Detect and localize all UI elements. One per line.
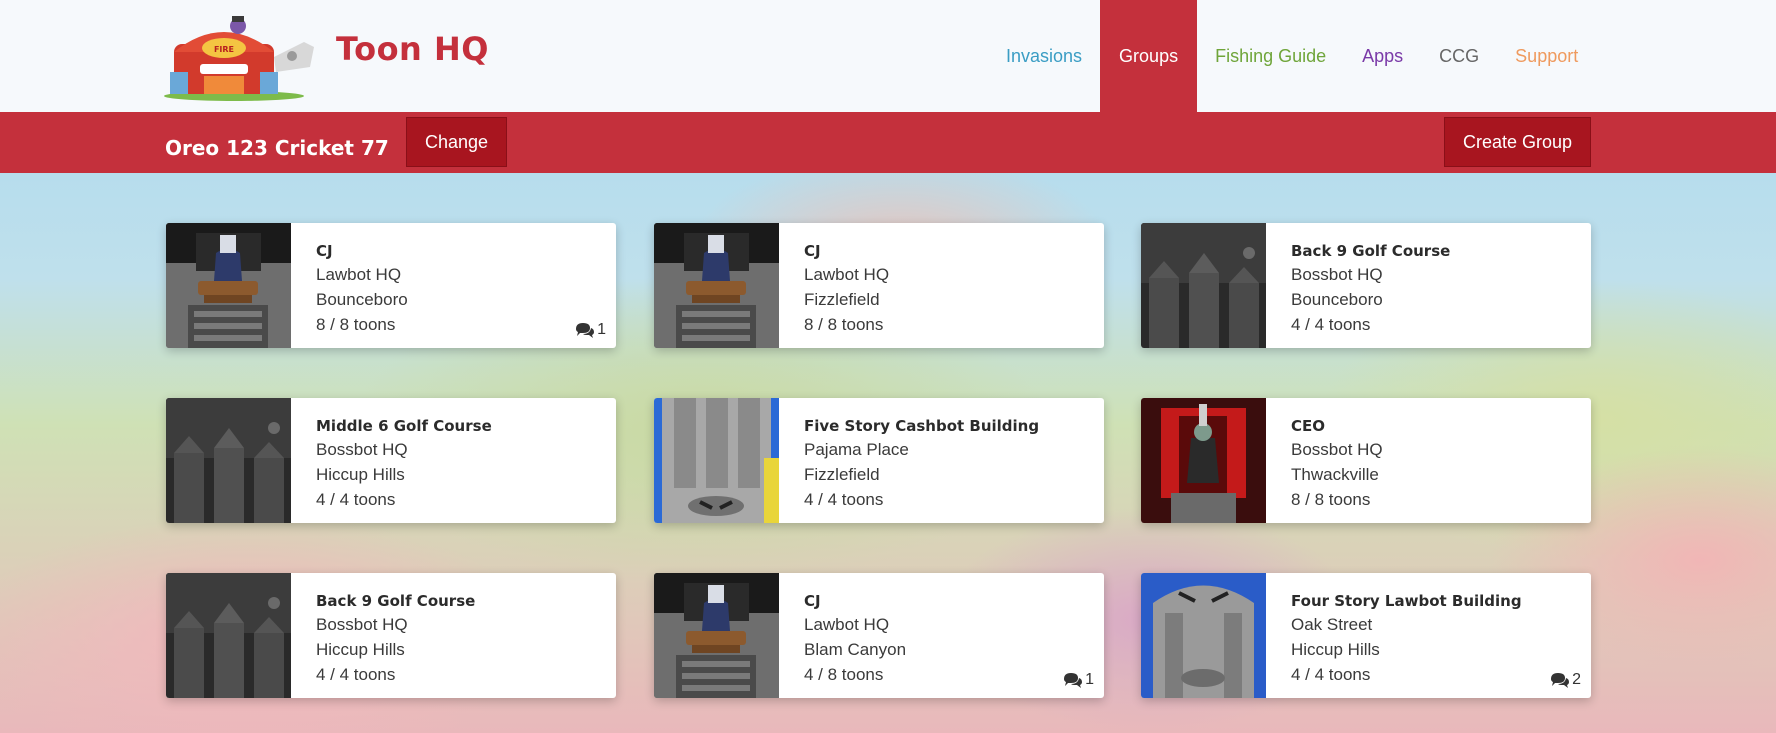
brand-title[interactable]: Toon HQ	[336, 30, 489, 68]
comments-icon	[1551, 673, 1570, 688]
group-thumbnail-image	[166, 223, 291, 348]
group-thumbnail-image	[654, 573, 779, 698]
current-toon-name: Oreo 123 Cricket 77	[165, 136, 389, 160]
group-card[interactable]: Middle 6 Golf Course Bossbot HQ Hiccup H…	[166, 398, 616, 523]
group-hq: Bossbot HQ	[1291, 440, 1383, 459]
comments-icon	[1064, 673, 1083, 688]
comment-count: 1	[575, 321, 606, 339]
group-title: CJ	[804, 242, 821, 260]
group-thumbnail-image	[166, 398, 291, 523]
group-toon-count: 4 / 4 toons	[1291, 665, 1371, 684]
group-title: CEO	[1291, 417, 1326, 435]
nav-support[interactable]: Support	[1497, 0, 1596, 112]
group-card[interactable]: Five Story Cashbot Building Pajama Place…	[654, 398, 1104, 523]
nav-invasions[interactable]: Invasions	[988, 0, 1100, 112]
group-district: Bounceboro	[316, 290, 408, 309]
group-toon-count: 8 / 8 toons	[804, 315, 884, 334]
group-thumbnail-image	[166, 573, 291, 698]
group-district: Hiccup Hills	[316, 465, 405, 484]
group-hq: Lawbot HQ	[804, 615, 890, 634]
svg-text:FIRE: FIRE	[214, 45, 234, 54]
comment-count: 1	[1063, 671, 1094, 689]
group-thumbnail-image	[654, 223, 779, 348]
group-district: Hiccup Hills	[316, 640, 405, 659]
group-toon-count: 4 / 4 toons	[316, 490, 396, 509]
group-card[interactable]: Four Story Lawbot Building Oak Street Hi…	[1141, 573, 1591, 698]
group-title: CJ	[316, 242, 333, 260]
comments-icon	[576, 323, 595, 338]
nav-apps[interactable]: Apps	[1344, 0, 1421, 112]
change-toon-button[interactable]: Change	[406, 117, 507, 167]
group-card[interactable]: CEO Bossbot HQ Thwackville 8 / 8 toons	[1141, 398, 1591, 523]
group-district: Fizzlefield	[804, 290, 880, 309]
group-hq: Lawbot HQ	[316, 265, 402, 284]
group-district: Blam Canyon	[804, 640, 907, 659]
group-district: Fizzlefield	[804, 465, 880, 484]
group-thumbnail-image	[1141, 573, 1266, 698]
nav-fishing-guide[interactable]: Fishing Guide	[1197, 0, 1344, 112]
group-title: Five Story Cashbot Building	[804, 417, 1040, 435]
create-group-button[interactable]: Create Group	[1444, 117, 1591, 167]
group-card[interactable]: Back 9 Golf Course Bossbot HQ Hiccup Hil…	[166, 573, 616, 698]
main-nav: Invasions Groups Fishing Guide Apps CCG …	[988, 0, 1596, 112]
group-hq: Lawbot HQ	[804, 265, 890, 284]
group-card[interactable]: Back 9 Golf Course Bossbot HQ Bounceboro…	[1141, 223, 1591, 348]
comment-count: 2	[1550, 671, 1581, 689]
group-thumbnail-image	[654, 398, 779, 523]
group-hq: Pajama Place	[804, 440, 909, 459]
group-hq: Oak Street	[1291, 615, 1373, 634]
group-card[interactable]: CJ Lawbot HQ Fizzlefield 8 / 8 toons	[654, 223, 1104, 348]
group-district: Thwackville	[1291, 465, 1379, 484]
comment-count-value: 1	[597, 321, 606, 338]
group-hq: Bossbot HQ	[1291, 265, 1383, 284]
group-thumbnail-image	[1141, 398, 1266, 523]
comment-count-value: 1	[1085, 671, 1094, 688]
comment-count-value: 2	[1572, 671, 1581, 688]
group-hq: Bossbot HQ	[316, 615, 408, 634]
group-toon-count: 8 / 8 toons	[1291, 490, 1371, 509]
group-card[interactable]: CJ Lawbot HQ Bounceboro 8 / 8 toons 1	[166, 223, 616, 348]
nav-ccg[interactable]: CCG	[1421, 0, 1497, 112]
group-toon-count: 4 / 4 toons	[1291, 315, 1371, 334]
group-toon-count: 4 / 4 toons	[316, 665, 396, 684]
nav-groups[interactable]: Groups	[1100, 0, 1198, 112]
group-title: Middle 6 Golf Course	[316, 417, 492, 435]
group-district: Bounceboro	[1291, 290, 1383, 309]
group-title: CJ	[804, 592, 821, 610]
group-toon-count: 4 / 4 toons	[804, 490, 884, 509]
group-toon-count: 4 / 8 toons	[804, 665, 884, 684]
toon-hq-logo-image[interactable]: FIRE	[164, 12, 316, 102]
group-title: Back 9 Golf Course	[1291, 242, 1451, 260]
group-thumbnail-image	[1141, 223, 1266, 348]
group-hq: Bossbot HQ	[316, 440, 408, 459]
group-toon-count: 8 / 8 toons	[316, 315, 396, 334]
group-district: Hiccup Hills	[1291, 640, 1380, 659]
group-title: Back 9 Golf Course	[316, 592, 476, 610]
group-card[interactable]: CJ Lawbot HQ Blam Canyon 4 / 8 toons 1	[654, 573, 1104, 698]
group-title: Four Story Lawbot Building	[1291, 592, 1522, 610]
